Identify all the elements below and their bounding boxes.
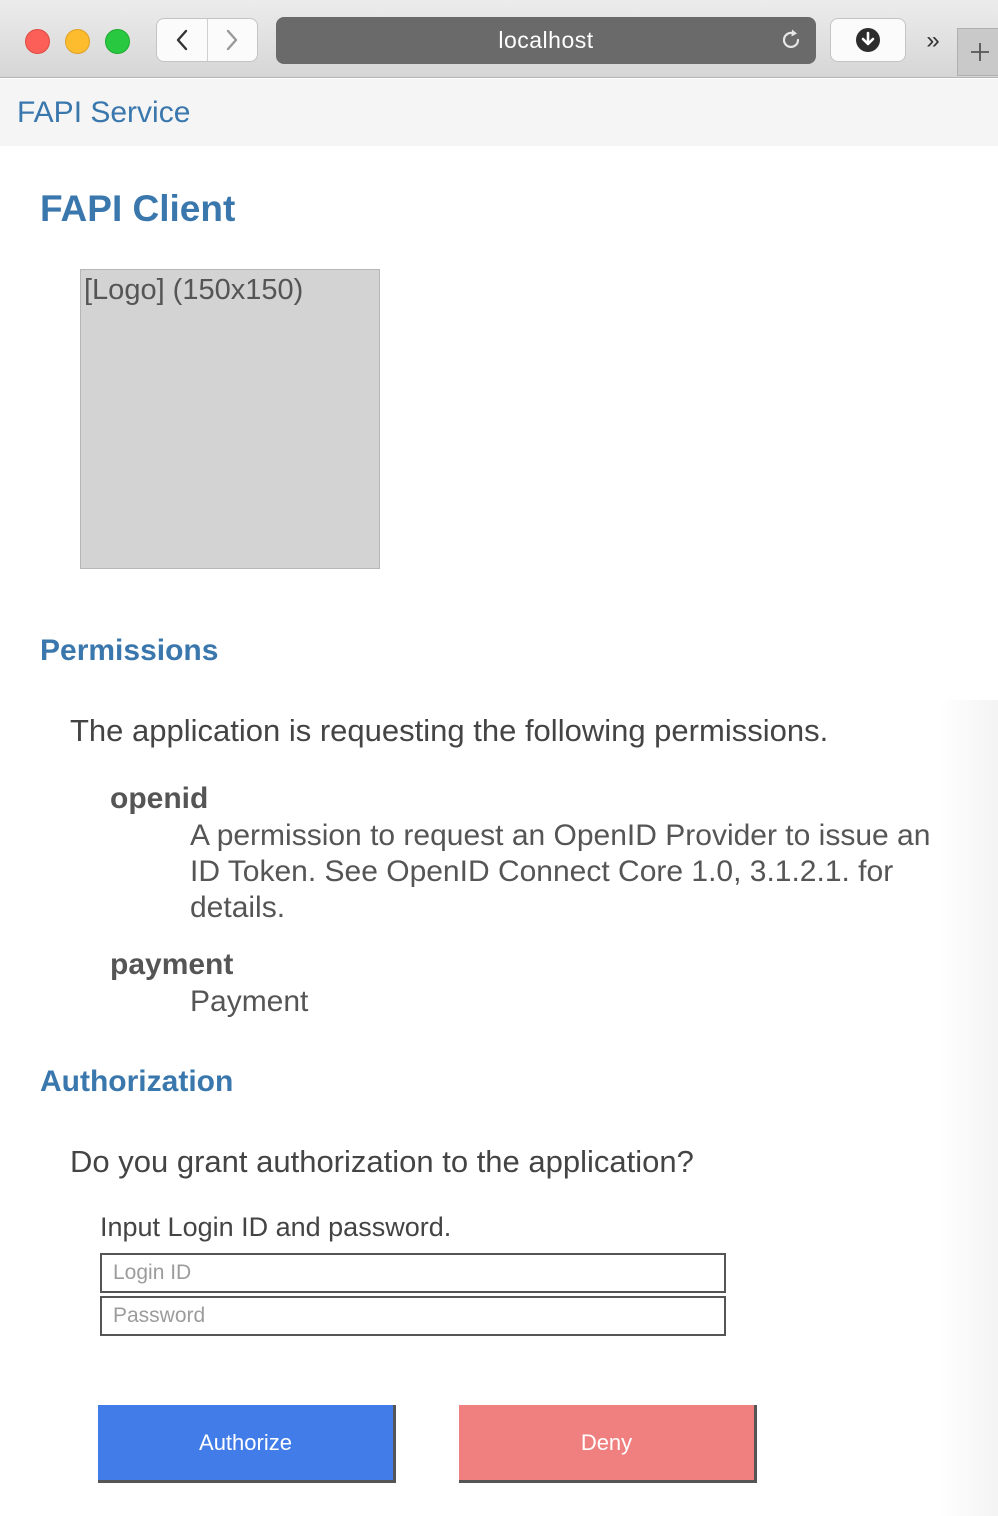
login-instruction: Input Login ID and password. [100,1212,452,1242]
client-title: FAPI Client [40,188,236,229]
authorize-button[interactable]: Authorize [98,1405,396,1483]
authorization-question: Do you grant authorization to the applic… [70,1144,694,1179]
forward-button[interactable] [206,19,258,61]
browser-toolbar: localhost » [0,0,998,78]
double-chevron-icon[interactable]: » [918,26,948,56]
permissions-intro: The application is requesting the follow… [70,713,829,748]
new-tab-button[interactable] [957,28,998,76]
close-window-button[interactable] [25,29,50,54]
permissions-heading: Permissions [40,634,219,667]
plus-icon [970,43,989,61]
permission-description: Payment [190,985,309,1018]
password-input[interactable] [100,1296,726,1336]
login-id-input[interactable] [100,1253,726,1293]
permission-name: openid [110,782,209,815]
main-content: FAPI Client [Logo] (150x150) Permissions… [0,146,998,1516]
reload-icon[interactable] [778,27,804,53]
brand-link[interactable]: FAPI Service [17,96,190,130]
logo-placeholder-text: [Logo] (150x150) [84,274,304,306]
deny-button[interactable]: Deny [459,1405,757,1483]
chevron-right-icon [227,29,238,51]
zoom-window-button[interactable] [105,29,130,54]
address-bar[interactable]: localhost [276,17,816,64]
site-navbar: FAPI Service [0,79,998,146]
history-nav [156,18,258,62]
back-button[interactable] [157,19,207,61]
minimize-window-button[interactable] [65,29,90,54]
permission-name: payment [110,948,234,981]
client-logo: [Logo] (150x150) [80,269,380,569]
permission-description: A permission to request an OpenID Provid… [190,819,931,924]
authorization-heading: Authorization [40,1065,234,1098]
downloads-button[interactable] [830,18,906,62]
address-text: localhost [498,27,594,53]
chevron-left-icon [176,29,187,51]
window-edge-shadow [938,700,998,1516]
download-icon [856,28,880,52]
